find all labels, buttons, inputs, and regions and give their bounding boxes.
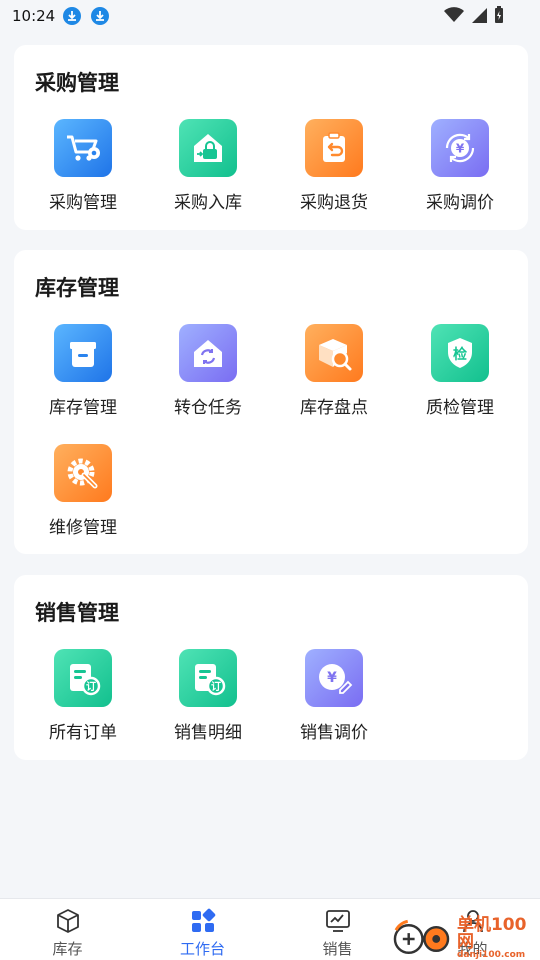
signal-icon xyxy=(472,8,487,23)
shield-inspect-icon: 检 xyxy=(431,324,489,382)
tile-all-orders[interactable]: 订 所有订单 xyxy=(20,649,146,749)
cart-gear-icon xyxy=(54,119,112,177)
tile-label: 库存盘点 xyxy=(300,398,368,418)
tile-transfer-task[interactable]: 转仓任务 xyxy=(145,324,271,424)
battery-icon xyxy=(495,6,503,23)
watermark-text: 单机100网 danji100.com xyxy=(456,916,540,960)
box-search-icon xyxy=(305,324,363,382)
tab-sales[interactable]: 销售 xyxy=(270,899,405,960)
status-bar: 10:24 xyxy=(0,0,540,32)
svg-text:订: 订 xyxy=(211,680,221,693)
tile-purchase-manage[interactable]: 采购管理 xyxy=(20,119,146,219)
section-title: 采购管理 xyxy=(35,71,119,95)
house-transfer-icon xyxy=(179,324,237,382)
tile-label: 采购调价 xyxy=(426,193,494,213)
tab-label: 销售 xyxy=(322,940,353,958)
yen-edit-icon: ¥ xyxy=(305,649,363,707)
clipboard-return-icon xyxy=(305,119,363,177)
tab-workbench[interactable]: 工作台 xyxy=(135,899,270,960)
order-doc-icon: 订 xyxy=(179,649,237,707)
grid-icon xyxy=(191,908,215,932)
tab-label: 库存 xyxy=(52,940,83,958)
tile-label: 采购入库 xyxy=(174,193,242,213)
tile-label: 销售明细 xyxy=(174,723,242,743)
wrench-gear-icon xyxy=(54,444,112,502)
order-doc-icon: 订 xyxy=(54,649,112,707)
tile-label: 库存管理 xyxy=(49,398,117,418)
storage-box-icon xyxy=(54,324,112,382)
tile-label: 维修管理 xyxy=(49,518,117,538)
svg-text:¥: ¥ xyxy=(327,670,337,686)
section-title: 库存管理 xyxy=(35,276,119,300)
download-icon xyxy=(63,7,82,25)
tile-sales-price[interactable]: ¥ 销售调价 xyxy=(271,649,397,749)
status-indicators xyxy=(444,6,504,24)
status-time: 10:24 xyxy=(12,7,56,25)
tile-inventory-manage[interactable]: 库存管理 xyxy=(20,324,146,424)
tile-label: 质检管理 xyxy=(426,398,494,418)
download-icon xyxy=(91,7,110,25)
house-basket-icon xyxy=(179,119,237,177)
section-title: 销售管理 xyxy=(35,601,119,625)
tab-label: 工作台 xyxy=(179,940,225,958)
svg-text:¥: ¥ xyxy=(456,142,465,156)
tile-label: 采购退货 xyxy=(300,193,368,213)
tile-label: 转仓任务 xyxy=(174,398,242,418)
tile-purchase-inbound[interactable]: 采购入库 xyxy=(145,119,271,219)
tile-label: 采购管理 xyxy=(49,193,117,213)
tile-purchase-return[interactable]: 采购退货 xyxy=(271,119,397,219)
tile-quality-check[interactable]: 检 质检管理 xyxy=(397,324,523,424)
tile-repair-manage[interactable]: 维修管理 xyxy=(20,444,146,544)
watermark-sub: danji100.com xyxy=(456,949,526,960)
section-sales: 销售管理 订 所有订单 订 销售明细 ¥ 销售调价 xyxy=(14,575,528,760)
cube-icon xyxy=(56,909,79,933)
section-inventory: 库存管理 库存管理 转仓任务 库存盘点 检 质检管理 维修管理 xyxy=(14,250,528,554)
tile-label: 销售调价 xyxy=(300,723,368,743)
tile-label: 所有订单 xyxy=(49,723,117,743)
svg-text:检: 检 xyxy=(453,346,467,363)
chart-board-icon xyxy=(325,910,350,932)
svg-text:订: 订 xyxy=(86,680,96,693)
watermark-logo-icon xyxy=(393,919,450,954)
tile-purchase-price[interactable]: ¥ 采购调价 xyxy=(397,119,523,219)
yen-cycle-icon: ¥ xyxy=(431,119,489,177)
tile-sales-detail[interactable]: 订 销售明细 xyxy=(145,649,271,749)
wifi-icon xyxy=(444,7,464,22)
section-purchase: 采购管理 采购管理 采购入库 采购退货 ¥ 采购调价 xyxy=(14,45,528,230)
watermark: 单机100网 danji100.com xyxy=(392,916,540,960)
tile-stocktake[interactable]: 库存盘点 xyxy=(271,324,397,424)
tab-inventory[interactable]: 库存 xyxy=(0,899,135,960)
